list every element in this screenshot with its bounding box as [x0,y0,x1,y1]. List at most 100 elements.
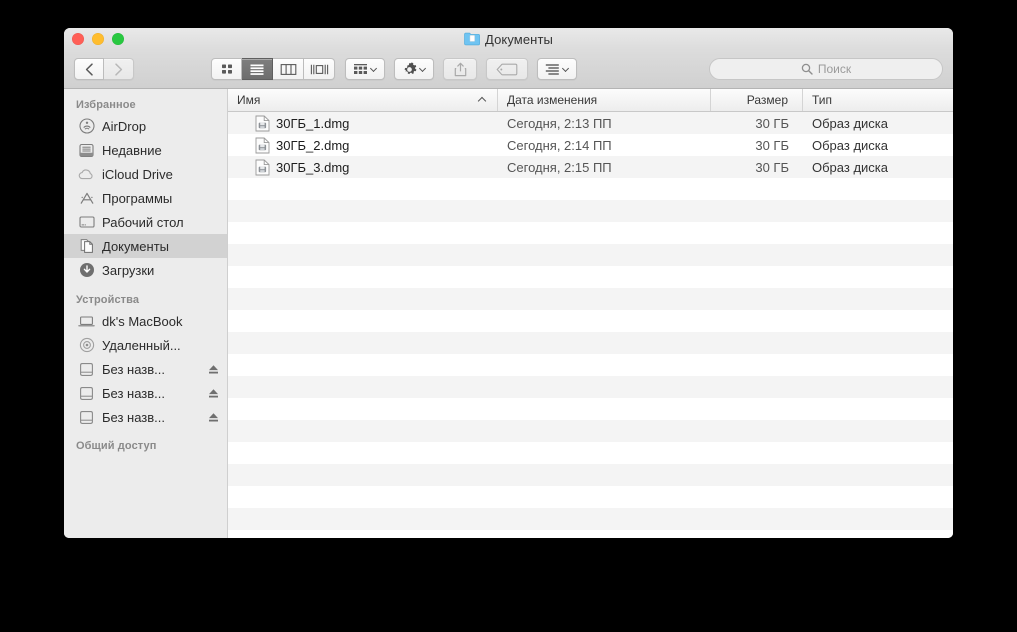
zoom-button[interactable] [112,33,124,45]
empty-row[interactable] [228,200,953,222]
laptop-icon [78,313,95,330]
list-options-button[interactable] [537,58,577,80]
airdrop-icon [78,118,95,135]
close-button[interactable] [72,33,84,45]
file-name-label: 30ГБ_1.dmg [276,115,350,131]
empty-row[interactable] [228,310,953,332]
empty-row[interactable] [228,288,953,310]
sidebar-item-icloud-drive[interactable]: iCloud Drive [64,162,227,186]
share-icon [454,62,466,76]
file-rows: 30ГБ_1.dmg Сегодня, 2:13 ПП 30 ГБ Образ дис… [228,112,953,538]
sidebar-item-drive-1[interactable]: Без назв... [64,357,227,381]
cell-size: 30 ГБ [755,137,789,153]
empty-row[interactable] [228,442,953,464]
drive-icon [78,361,95,378]
sidebar-item-label: Документы [102,238,170,254]
icon-view-button[interactable] [211,58,242,80]
drive-icon [78,409,95,426]
finder-window: Документы Поиск Избранное AirDrop Недавн… [64,28,953,538]
columns-icon [280,63,296,75]
empty-row[interactable] [228,486,953,508]
sidebar-item-drive-3[interactable]: Без назв... [64,405,227,429]
forward-button[interactable] [104,58,134,80]
search-field[interactable]: Поиск [709,58,943,80]
column-headers: Имя Дата изменения Размер Тип [228,89,953,112]
table-row[interactable]: 30ГБ_1.dmg Сегодня, 2:13 ПП 30 ГБ Образ дис… [228,112,953,134]
empty-row[interactable] [228,244,953,266]
chevron-left-icon [85,62,93,76]
sidebar-item-label: Рабочий стол [102,214,184,230]
documents-icon [78,238,95,255]
sidebar-item-label: Без назв... [102,385,166,401]
empty-row[interactable] [228,398,953,420]
action-gear-button[interactable] [394,58,434,80]
cell-type: Образ диска [812,159,888,175]
chevron-down-icon [371,66,378,73]
arrange-button[interactable] [345,58,385,80]
column-header-name[interactable]: Имя [228,89,498,111]
column-view-button[interactable] [273,58,304,80]
table-row[interactable]: 30ГБ_2.dmg Сегодня, 2:14 ПП 30 ГБ Образ дис… [228,134,953,156]
sidebar-item-label: iCloud Drive [102,166,173,182]
cell-name: 30ГБ_1.dmg [228,115,498,132]
list-view-button[interactable] [242,58,273,80]
dmg-file-icon [255,159,270,175]
empty-row[interactable] [228,266,953,288]
column-header-type-label: Тип [812,93,833,107]
table-row[interactable]: 30ГБ_3.dmg Сегодня, 2:15 ПП 30 ГБ Образ дис… [228,156,953,178]
file-list: Имя Дата изменения Размер Тип 30ГБ_1.dmg… [228,89,953,538]
sidebar-section-favorites-header: Избранное [76,99,136,111]
eject-icon[interactable] [208,363,219,375]
share-button[interactable] [443,58,477,80]
file-name-label: 30ГБ_3.dmg [276,159,350,175]
sidebar-item-label: dk's MacBook [102,313,183,329]
minimize-button[interactable] [92,33,104,45]
sidebar-item-label: AirDrop [102,118,147,134]
sidebar-item-recents[interactable]: Недавние [64,138,227,162]
search-icon [801,63,813,75]
column-header-type[interactable]: Тип [803,89,953,111]
search-placeholder: Поиск [817,62,852,76]
sidebar-item-macbook[interactable]: dk's MacBook [64,309,227,333]
empty-row[interactable] [228,508,953,530]
grid-icon [221,64,232,74]
sidebar-item-applications[interactable]: Программы [64,186,227,210]
empty-row[interactable] [228,354,953,376]
eject-icon[interactable] [208,411,219,423]
sidebar-item-airdrop[interactable]: AirDrop [64,114,227,138]
tag-button[interactable] [486,58,528,80]
gear-icon [404,61,416,74]
eject-icon[interactable] [208,387,219,399]
arrange-icon [353,63,367,74]
sidebar-item-downloads[interactable]: Загрузки [64,258,227,282]
sidebar-item-label: Программы [102,190,173,206]
column-header-size[interactable]: Размер [711,89,803,111]
cell-date: Сегодня, 2:13 ПП [507,115,612,131]
empty-row[interactable] [228,332,953,354]
title-bar[interactable]: Документы [64,28,953,50]
column-header-name-label: Имя [237,93,261,107]
sidebar: Избранное AirDrop Недавние iCloud Drive … [64,89,228,538]
empty-row[interactable] [228,420,953,442]
sidebar-item-remote-disc[interactable]: Удаленный... [64,333,227,357]
dmg-file-icon [255,115,270,131]
empty-row[interactable] [228,464,953,486]
chevron-right-icon [115,62,123,76]
view-switcher [211,58,335,80]
empty-row[interactable] [228,178,953,200]
sidebar-item-label: Недавние [102,142,162,158]
coverflow-view-button[interactable] [304,58,335,80]
sidebar-item-drive-2[interactable]: Без назв... [64,381,227,405]
sidebar-item-documents[interactable]: Документы [64,234,227,258]
recents-icon [78,142,95,159]
sidebar-item-label: Загрузки [102,262,155,278]
empty-row[interactable] [228,222,953,244]
sidebar-item-label: Удаленный... [102,337,181,353]
downloads-icon [78,262,95,279]
sidebar-item-desktop[interactable]: Рабочий стол [64,210,227,234]
back-button[interactable] [74,58,104,80]
dmg-file-icon [255,137,270,153]
column-header-date[interactable]: Дата изменения [498,89,711,111]
empty-row[interactable] [228,376,953,398]
cell-name: 30ГБ_2.dmg [228,137,498,154]
